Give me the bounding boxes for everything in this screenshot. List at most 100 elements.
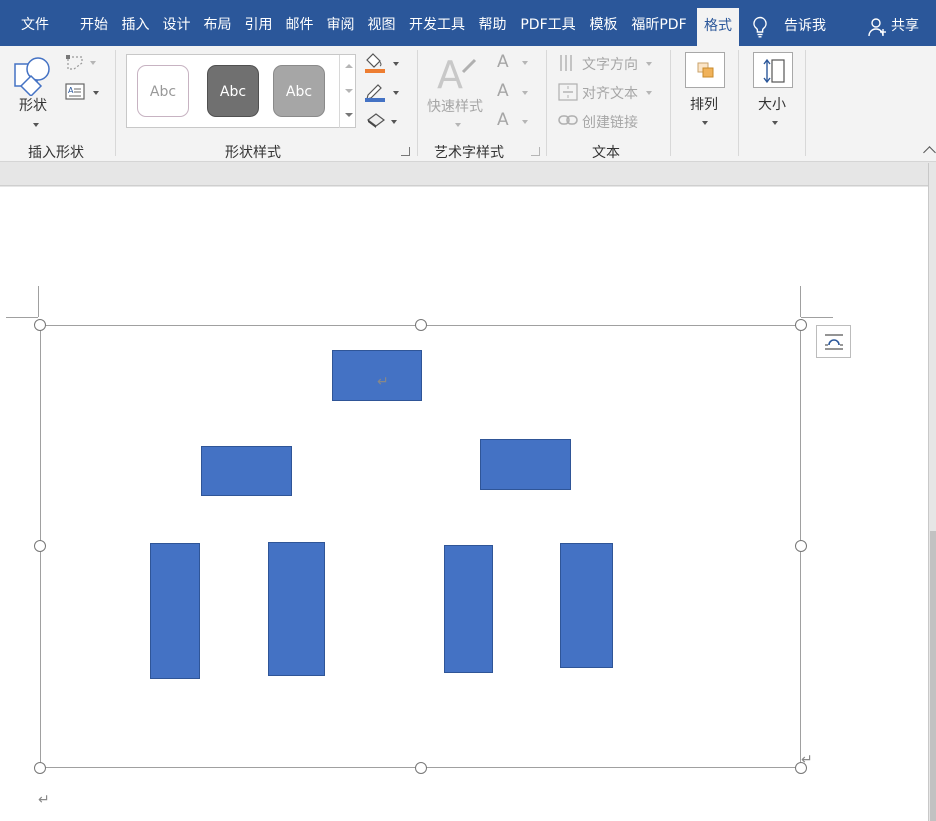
- vertical-scrollbar[interactable]: [928, 163, 936, 821]
- tab-view[interactable]: 视图: [361, 0, 402, 46]
- rectangle-shape[interactable]: [444, 545, 493, 673]
- size-button[interactable]: [753, 52, 793, 88]
- group-divider: [115, 50, 116, 156]
- text-box-icon[interactable]: A: [65, 83, 87, 101]
- tab-file[interactable]: 文件: [10, 0, 60, 46]
- text-outline-dropdown[interactable]: [522, 91, 528, 95]
- shape-styles-group-label: 形状样式: [225, 145, 281, 161]
- shape-outline-dropdown[interactable]: [393, 91, 399, 95]
- align-text-dropdown[interactable]: [646, 91, 652, 95]
- share-button[interactable]: 共享: [891, 0, 919, 46]
- tab-layout[interactable]: 布局: [197, 0, 238, 46]
- wordart-styles-group-label: 艺术字样式: [434, 145, 504, 161]
- edit-shape-dropdown[interactable]: [90, 61, 96, 65]
- create-link-icon[interactable]: [558, 113, 578, 127]
- shape-style-outline[interactable]: Abc: [137, 65, 189, 117]
- shape-styles-launcher-icon[interactable]: [401, 147, 410, 156]
- text-box-dropdown[interactable]: [93, 91, 99, 95]
- gallery-more-arrow[interactable]: [345, 113, 353, 117]
- resize-handle-top-right[interactable]: [795, 319, 807, 331]
- paragraph-mark: ↵: [801, 752, 813, 768]
- resize-handle-top[interactable]: [415, 319, 427, 331]
- tab-home[interactable]: 开始: [73, 0, 115, 46]
- ribbon: 形状 A 插入形状 Abc Abc Abc 形状样式 A 快速样式 A A A …: [0, 46, 936, 162]
- page-corner-mark: [801, 317, 833, 318]
- shape-effects-dropdown[interactable]: [391, 120, 397, 124]
- gallery-scroll[interactable]: [339, 55, 356, 128]
- tab-review[interactable]: 审阅: [320, 0, 361, 46]
- tab-insert[interactable]: 插入: [115, 0, 156, 46]
- text-fill-icon[interactable]: A: [497, 52, 509, 72]
- tab-developer[interactable]: 开发工具: [402, 0, 472, 46]
- text-direction-label[interactable]: 文字方向: [582, 54, 638, 74]
- shapes-label[interactable]: 形状: [19, 95, 47, 115]
- page-corner-mark: [800, 286, 801, 317]
- shapes-dropdown-arrow[interactable]: [33, 123, 39, 127]
- gallery-up-arrow[interactable]: [345, 64, 353, 68]
- shape-outline-icon[interactable]: [364, 81, 388, 103]
- shape-style-dark[interactable]: Abc: [207, 65, 259, 117]
- gallery-down-arrow[interactable]: [345, 89, 353, 93]
- rectangle-shape[interactable]: [201, 446, 292, 496]
- resize-handle-bottom[interactable]: [415, 762, 427, 774]
- quick-styles-label[interactable]: 快速样式: [427, 96, 483, 116]
- tab-format[interactable]: 格式: [697, 8, 739, 46]
- quick-styles-icon[interactable]: A: [437, 54, 477, 94]
- resize-handle-bottom-left[interactable]: [34, 762, 46, 774]
- arrange-icon: [697, 62, 714, 78]
- layout-options-button[interactable]: [816, 325, 851, 358]
- text-fill-dropdown[interactable]: [522, 61, 528, 65]
- page-corner-mark: [6, 317, 38, 318]
- tab-mailings[interactable]: 邮件: [279, 0, 320, 46]
- rectangle-shape[interactable]: [480, 439, 571, 490]
- quick-styles-dropdown[interactable]: [455, 123, 461, 127]
- create-link-label[interactable]: 创建链接: [582, 112, 638, 132]
- ribbon-tab-bar: 文件 开始 插入 设计 布局 引用 邮件 审阅 视图 开发工具 帮助 PDF工具…: [0, 0, 936, 46]
- text-effects-icon[interactable]: A: [497, 110, 509, 130]
- group-divider: [670, 50, 671, 156]
- rectangle-shape[interactable]: [150, 543, 200, 679]
- align-text-icon[interactable]: [558, 83, 578, 101]
- text-outline-icon[interactable]: A: [497, 81, 509, 101]
- fill-color-bar: [365, 69, 385, 73]
- shape-styles-gallery: Abc Abc Abc: [126, 54, 356, 128]
- resize-handle-right[interactable]: [795, 540, 807, 552]
- paragraph-mark: ↵: [377, 374, 389, 390]
- size-label[interactable]: 大小: [758, 94, 786, 114]
- group-divider: [738, 50, 739, 156]
- resize-handle-left[interactable]: [34, 540, 46, 552]
- tell-me-box[interactable]: 告诉我: [784, 0, 826, 46]
- group-divider: [546, 50, 547, 156]
- text-effects-dropdown[interactable]: [522, 120, 528, 124]
- tab-design[interactable]: 设计: [156, 0, 197, 46]
- resize-handle-top-left[interactable]: [34, 319, 46, 331]
- wordart-launcher-icon[interactable]: [531, 147, 540, 156]
- edit-shape-icon[interactable]: [65, 54, 87, 72]
- text-direction-icon[interactable]: [558, 54, 578, 72]
- document-top-gap: [0, 163, 928, 186]
- shapes-icon[interactable]: [14, 54, 54, 96]
- paragraph-mark: ↵: [38, 792, 50, 808]
- tab-templates[interactable]: 模板: [583, 0, 624, 46]
- tab-help[interactable]: 帮助: [472, 0, 513, 46]
- shape-style-gray[interactable]: Abc: [273, 65, 325, 117]
- shape-effects-icon[interactable]: [364, 110, 388, 130]
- lightbulb-icon: [753, 16, 767, 38]
- arrange-button[interactable]: [685, 52, 725, 88]
- text-direction-dropdown[interactable]: [646, 62, 652, 66]
- tab-references[interactable]: 引用: [238, 0, 279, 46]
- shape-fill-icon[interactable]: [364, 52, 388, 74]
- arrange-dropdown[interactable]: [702, 121, 708, 125]
- tab-foxit-pdf[interactable]: 福昕PDF: [624, 0, 694, 46]
- shape-fill-dropdown[interactable]: [393, 62, 399, 66]
- share-person-icon: [868, 18, 886, 37]
- size-dropdown[interactable]: [772, 121, 778, 125]
- scrollbar-thumb[interactable]: [930, 531, 936, 821]
- arrange-label[interactable]: 排列: [690, 94, 718, 114]
- tab-pdf-tools[interactable]: PDF工具: [513, 0, 583, 46]
- align-text-label[interactable]: 对齐文本: [582, 83, 638, 103]
- svg-text:A: A: [437, 54, 463, 94]
- rectangle-shape[interactable]: [268, 542, 325, 676]
- page-corner-mark: [38, 286, 39, 317]
- rectangle-shape[interactable]: [560, 543, 613, 668]
